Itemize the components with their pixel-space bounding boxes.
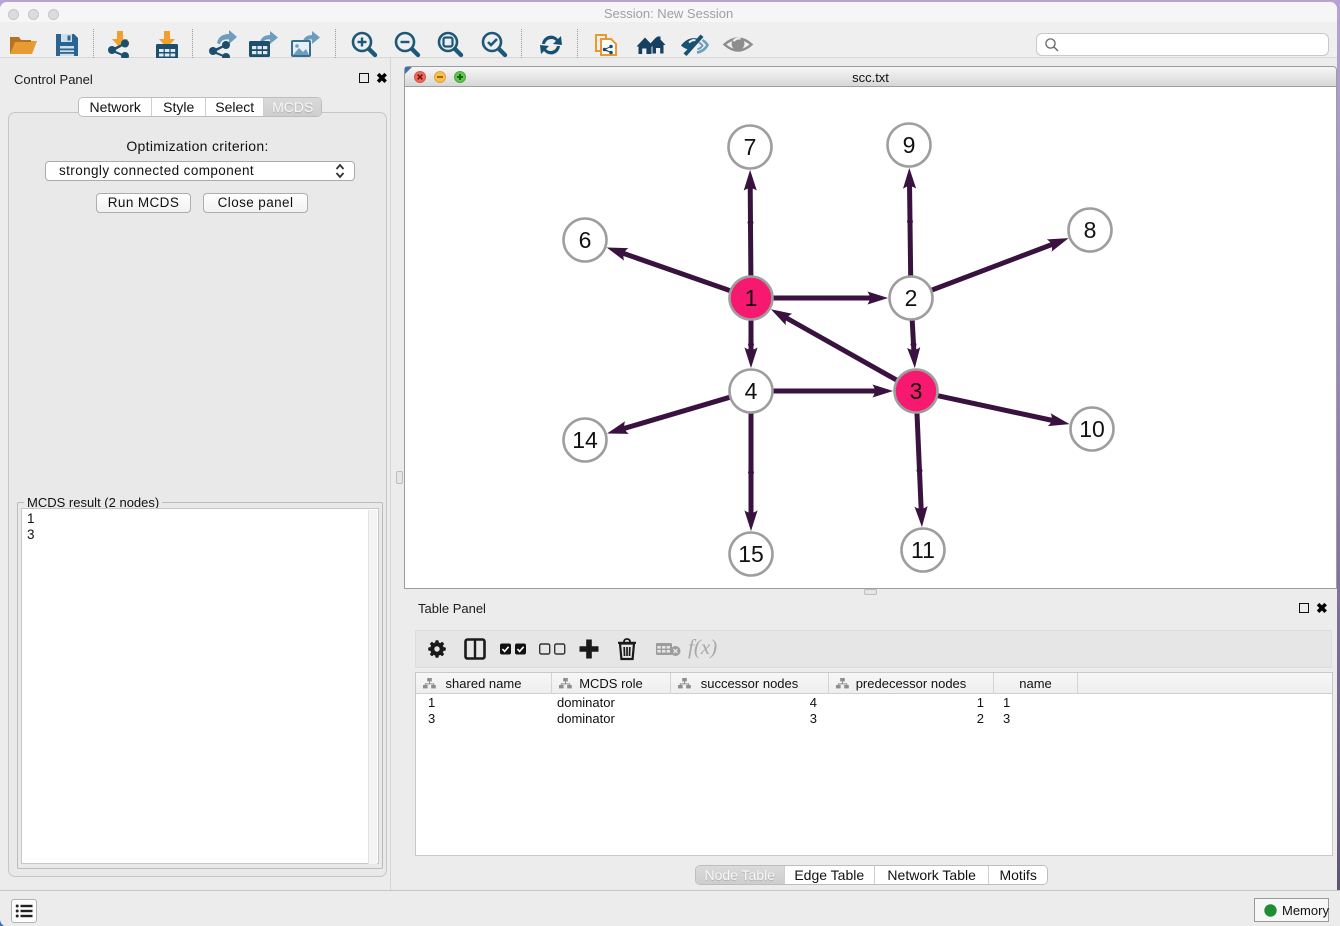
svg-text:14: 14: [572, 427, 598, 453]
svg-text:3: 3: [910, 378, 923, 404]
svg-text:4: 4: [745, 378, 758, 404]
svg-text:11: 11: [911, 537, 935, 563]
svg-text:9: 9: [903, 132, 916, 158]
svg-text:2: 2: [905, 285, 918, 311]
svg-text:15: 15: [738, 541, 764, 567]
svg-text:1: 1: [745, 285, 758, 311]
svg-text:7: 7: [744, 134, 757, 160]
svg-text:10: 10: [1079, 416, 1105, 442]
svg-text:6: 6: [579, 227, 592, 253]
svg-text:8: 8: [1084, 217, 1097, 243]
